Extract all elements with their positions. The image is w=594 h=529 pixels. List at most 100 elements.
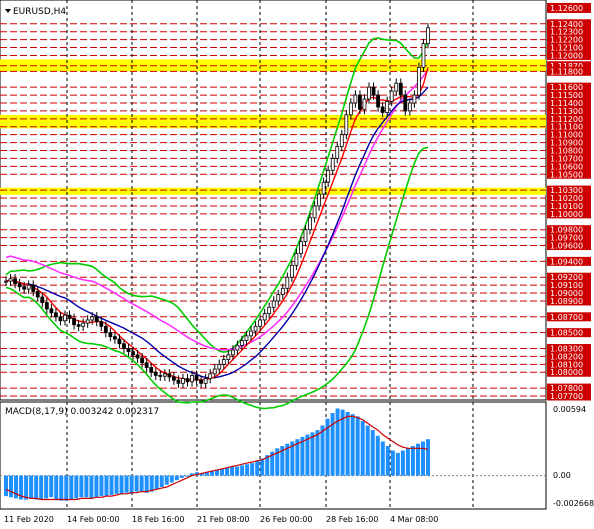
macd-bar bbox=[380, 441, 385, 476]
price-label: 1.09600 bbox=[550, 242, 583, 251]
macd-bar bbox=[335, 408, 340, 476]
candle-body bbox=[190, 375, 194, 383]
candle-body bbox=[271, 300, 276, 308]
candle-body bbox=[230, 349, 235, 356]
candle-body bbox=[176, 379, 181, 384]
candle-body bbox=[394, 82, 399, 92]
macd-bar bbox=[240, 465, 245, 476]
macd-bar bbox=[39, 475, 44, 500]
price-label: 1.10000 bbox=[550, 210, 583, 219]
macd-bar bbox=[169, 475, 174, 483]
macd-bar bbox=[179, 475, 184, 478]
candle-body bbox=[294, 253, 299, 266]
candle-body bbox=[131, 351, 135, 356]
macd-bar bbox=[84, 475, 89, 498]
candle-body bbox=[113, 336, 117, 340]
macd-bar bbox=[54, 475, 59, 500]
macd-bar bbox=[149, 475, 154, 492]
candle-body bbox=[221, 359, 226, 365]
candle-body bbox=[181, 378, 185, 384]
time-label: 28 Feb 16:00 bbox=[326, 515, 378, 524]
candle-body bbox=[90, 316, 95, 321]
candle-body bbox=[203, 378, 208, 384]
candle-body bbox=[153, 371, 158, 376]
time-axis-labels: 11 Feb 2020 14 Feb 00:00 18 Feb 16:00 21 Fe… bbox=[4, 515, 438, 524]
macd-bar bbox=[310, 432, 315, 476]
candle-body bbox=[385, 101, 390, 113]
macd-bar bbox=[350, 414, 355, 476]
macd-bar bbox=[360, 420, 365, 476]
macd-bar bbox=[230, 466, 235, 476]
candle-body bbox=[262, 313, 267, 321]
candle-body bbox=[135, 354, 140, 359]
candle-body bbox=[407, 102, 412, 112]
candle-body bbox=[389, 90, 394, 102]
candle-body bbox=[362, 98, 367, 110]
macd-bar bbox=[114, 475, 119, 494]
candle-body bbox=[326, 169, 331, 183]
time-label: 21 Feb 08:00 bbox=[197, 515, 249, 524]
macd-bar bbox=[405, 448, 410, 476]
candle-body bbox=[40, 296, 45, 303]
candle-body bbox=[8, 278, 13, 282]
candle-body bbox=[398, 82, 403, 96]
candle-body bbox=[49, 308, 54, 314]
candle-body bbox=[67, 314, 72, 319]
candle-body bbox=[31, 284, 36, 292]
candle-body bbox=[194, 375, 199, 381]
candle-body bbox=[289, 264, 294, 278]
candle-body bbox=[99, 321, 104, 327]
candle-body bbox=[412, 94, 417, 104]
macd-bar bbox=[255, 460, 260, 476]
candle-body bbox=[199, 379, 204, 384]
macd-bar bbox=[44, 475, 49, 499]
candle-body bbox=[117, 338, 122, 345]
macd-bar bbox=[154, 475, 159, 490]
macd-scale-bottom: -0.002668 bbox=[553, 499, 594, 508]
candle-body bbox=[94, 316, 99, 322]
macd-bar bbox=[385, 446, 390, 476]
candle-body bbox=[140, 357, 145, 364]
macd-bar bbox=[315, 430, 320, 476]
price-chart[interactable]: 1.124001.123001.122001.121001.120001.118… bbox=[0, 0, 594, 529]
macd-bar bbox=[59, 475, 64, 501]
macd-bar bbox=[345, 411, 350, 476]
time-label: 4 Mar 08:00 bbox=[390, 515, 438, 524]
candle-body bbox=[276, 294, 281, 302]
macd-bar bbox=[375, 435, 380, 476]
candle-body bbox=[353, 94, 358, 104]
macd-bar bbox=[355, 416, 360, 476]
macd-bar bbox=[320, 425, 325, 476]
candle-body bbox=[426, 27, 430, 44]
price-label: 1.08000 bbox=[550, 368, 583, 377]
candle-body bbox=[321, 181, 326, 195]
macd-scale-top: 0.00594 bbox=[553, 405, 586, 414]
candle-body bbox=[335, 146, 340, 159]
candle-body bbox=[58, 316, 63, 322]
candle-body bbox=[149, 367, 154, 373]
macd-label: MACD(8,17,9) 0.003242 0.002317 bbox=[5, 407, 159, 417]
candle-body bbox=[108, 332, 113, 338]
candle-body bbox=[285, 276, 290, 289]
time-label: 26 Feb 00:00 bbox=[260, 515, 312, 524]
candle-body bbox=[244, 335, 249, 341]
price-label: 1.08900 bbox=[550, 297, 583, 306]
macd-bar bbox=[426, 439, 430, 476]
macd-bar bbox=[29, 475, 34, 499]
macd-bar bbox=[69, 475, 74, 500]
candle-body bbox=[253, 325, 258, 332]
current-price-label: 1.12600 bbox=[550, 4, 583, 13]
macd-bar bbox=[245, 464, 250, 476]
macd-bar bbox=[305, 434, 310, 476]
price-label: 1.11800 bbox=[550, 67, 583, 76]
macd-bar bbox=[4, 475, 8, 497]
macd-bar bbox=[235, 466, 240, 476]
macd-bar bbox=[410, 446, 415, 476]
candle-body bbox=[217, 363, 222, 370]
chart-window[interactable]: 1.12400 1.12300 1.12200 1.12100 1.12000 1.118… bbox=[0, 0, 594, 529]
candle-body bbox=[185, 378, 190, 383]
candle-body bbox=[26, 284, 31, 290]
macd-bar bbox=[395, 452, 400, 476]
candle-body bbox=[167, 373, 172, 378]
symbol-title: EURUSD,H4 bbox=[13, 7, 66, 17]
